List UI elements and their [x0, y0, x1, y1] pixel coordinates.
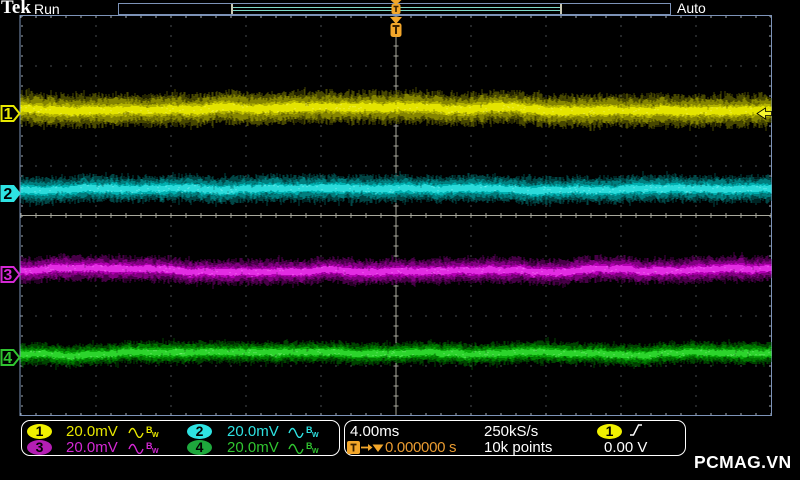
- svg-text:1: 1: [4, 106, 13, 123]
- svg-text:W: W: [312, 448, 319, 454]
- svg-text:2: 2: [3, 186, 12, 203]
- svg-text:4: 4: [3, 350, 12, 367]
- svg-text:3: 3: [3, 267, 12, 284]
- svg-text:W: W: [152, 432, 159, 438]
- svg-text:W: W: [312, 432, 319, 438]
- svg-text:W: W: [152, 448, 159, 454]
